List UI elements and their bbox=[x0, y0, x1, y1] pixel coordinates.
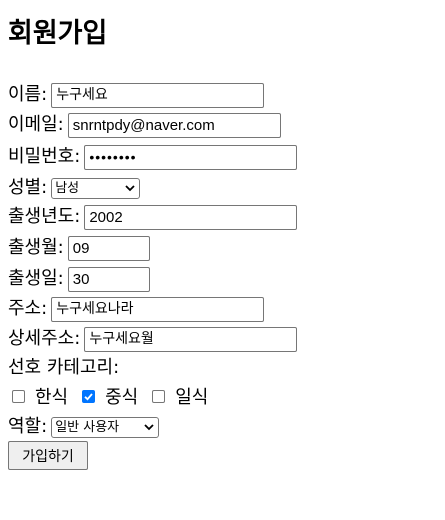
address-input[interactable]: 누구세요나라 bbox=[51, 296, 265, 322]
chevron-down-icon bbox=[125, 185, 135, 192]
category-checkboxes: 한식 중식 일식 bbox=[12, 384, 222, 408]
category-checkbox-japanese[interactable] bbox=[152, 389, 166, 403]
gender-select[interactable]: 남성 bbox=[51, 177, 141, 199]
password-label: 비밀번호: bbox=[8, 146, 81, 167]
address-detail-row: 상세주소: 누구세요월 bbox=[8, 326, 298, 352]
page-title: 회원가입 bbox=[8, 18, 108, 49]
gender-label: 성별: bbox=[8, 177, 48, 198]
birth-day-row: 출생일: 30 bbox=[8, 266, 150, 292]
birth-year-row: 출생년도: 2002 bbox=[8, 204, 298, 230]
email-row: 이메일: snrntpdy@naver.com bbox=[8, 112, 281, 138]
address-detail-input[interactable]: 누구세요월 bbox=[84, 326, 298, 352]
category-label-chinese: 중식 bbox=[105, 387, 139, 408]
address-label: 주소: bbox=[8, 298, 48, 319]
checkmark-icon bbox=[84, 392, 93, 401]
gender-selected: 남성 bbox=[55, 180, 80, 196]
category-label: 선호 카테고리: bbox=[8, 357, 120, 378]
birth-month-label: 출생월: bbox=[8, 237, 64, 258]
name-input[interactable]: 누구세요 bbox=[51, 82, 265, 108]
category-label-japanese: 일식 bbox=[175, 387, 209, 408]
birth-day-input[interactable]: 30 bbox=[67, 266, 150, 292]
role-selected: 일반 사용자 bbox=[55, 419, 120, 435]
birth-year-label: 출생년도: bbox=[8, 206, 81, 227]
address-row: 주소: 누구세요나라 bbox=[8, 296, 265, 322]
category-checkbox-korean[interactable] bbox=[12, 389, 25, 403]
role-row: 역할: 일반 사용자 bbox=[8, 414, 160, 440]
name-label: 이름: bbox=[8, 84, 48, 105]
role-select[interactable]: 일반 사용자 bbox=[51, 416, 160, 438]
email-input[interactable]: snrntpdy@naver.com bbox=[67, 112, 281, 138]
chevron-down-icon bbox=[144, 424, 154, 431]
name-row: 이름: 누구세요 bbox=[8, 82, 265, 108]
birth-month-row: 출생월: 09 bbox=[8, 235, 150, 261]
password-input[interactable]: •••••••• bbox=[84, 144, 298, 170]
birth-day-label: 출생일: bbox=[8, 268, 64, 289]
birth-year-input[interactable]: 2002 bbox=[84, 204, 298, 230]
email-label: 이메일: bbox=[8, 114, 64, 135]
birth-month-input[interactable]: 09 bbox=[67, 235, 150, 261]
signup-button[interactable]: 가입하기 bbox=[8, 441, 88, 470]
password-row: 비밀번호: •••••••• bbox=[8, 144, 298, 170]
category-checkbox-chinese[interactable] bbox=[82, 389, 96, 403]
category-heading-row: 선호 카테고리: bbox=[8, 355, 123, 381]
category-label-korean: 한식 bbox=[35, 387, 69, 408]
address-detail-label: 상세주소: bbox=[8, 328, 81, 349]
gender-row: 성별: 남성 bbox=[8, 175, 141, 201]
role-label: 역할: bbox=[8, 416, 48, 437]
